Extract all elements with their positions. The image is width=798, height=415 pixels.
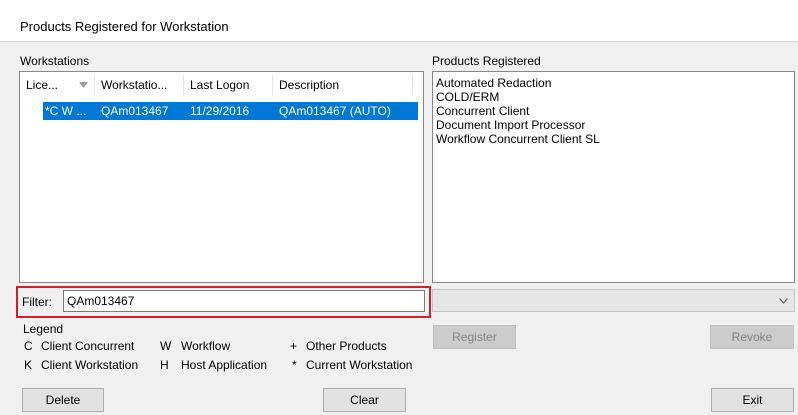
column-header-last-logon-label: Last Logon xyxy=(190,78,250,92)
column-header-last-logon[interactable]: Last Logon xyxy=(184,72,272,98)
column-header-license[interactable]: Lice... xyxy=(20,72,94,98)
column-separator[interactable] xyxy=(412,75,413,95)
delete-button[interactable]: Delete xyxy=(22,388,104,412)
list-item[interactable]: Concurrent Client xyxy=(436,104,600,118)
column-header-description-label: Description xyxy=(279,78,340,92)
legend-text: Current Workstation xyxy=(306,358,413,372)
legend-text: Other Products xyxy=(306,339,387,353)
legend-key: K xyxy=(24,358,33,372)
exit-button[interactable]: Exit xyxy=(711,388,794,412)
legend-key: + xyxy=(290,339,298,353)
cell-description: QAm013467 (AUTO) xyxy=(279,104,391,118)
clear-button[interactable]: Clear xyxy=(323,388,406,412)
column-header-description[interactable]: Description xyxy=(273,72,413,98)
chevron-down-icon xyxy=(779,298,788,304)
products-items: Automated Redaction COLD/ERM Concurrent … xyxy=(436,76,600,146)
register-button[interactable]: Register xyxy=(433,325,516,349)
column-header-license-label: Lice... xyxy=(26,78,59,92)
legend-key: C xyxy=(24,339,33,353)
workstations-label: Workstations xyxy=(20,54,90,68)
sort-arrow-icon xyxy=(79,82,88,88)
filter-input[interactable]: QAm013467 xyxy=(63,290,425,312)
legend-text: Client Concurrent xyxy=(41,339,135,353)
product-dropdown[interactable] xyxy=(432,289,795,312)
list-item[interactable]: COLD/ERM xyxy=(436,90,600,104)
legend-key: W xyxy=(160,339,172,353)
cell-workstation: QAm013467 xyxy=(101,104,169,118)
filter-label: Filter: xyxy=(22,295,52,309)
products-list[interactable]: Automated Redaction COLD/ERM Concurrent … xyxy=(432,71,795,283)
legend-text: Workflow xyxy=(181,339,231,353)
list-item[interactable]: Automated Redaction xyxy=(436,76,600,90)
column-header-workstation[interactable]: Workstatio... xyxy=(95,72,183,98)
products-registered-label: Products Registered xyxy=(432,54,541,68)
legend-text: Host Application xyxy=(181,358,268,372)
revoke-button[interactable]: Revoke xyxy=(710,325,794,349)
cell-license: *C W ... xyxy=(45,104,87,118)
table-row[interactable]: *C W ... QAm013467 11/29/2016 QAm013467 … xyxy=(43,102,418,120)
column-header-workstation-label: Workstatio... xyxy=(101,78,168,92)
workstations-list[interactable]: Lice... Workstatio... Last Logon Descrip… xyxy=(19,71,424,283)
list-item[interactable]: Document Import Processor xyxy=(436,118,600,132)
legend-text: Client Workstation xyxy=(41,358,139,372)
cell-last-logon: 11/29/2016 xyxy=(190,104,250,118)
window-title: Products Registered for Workstation xyxy=(20,19,229,34)
legend-key: H xyxy=(160,358,169,372)
list-item[interactable]: Workflow Concurrent Client SL xyxy=(436,132,600,146)
legend-key: * xyxy=(292,358,297,372)
legend-title: Legend xyxy=(23,322,64,336)
